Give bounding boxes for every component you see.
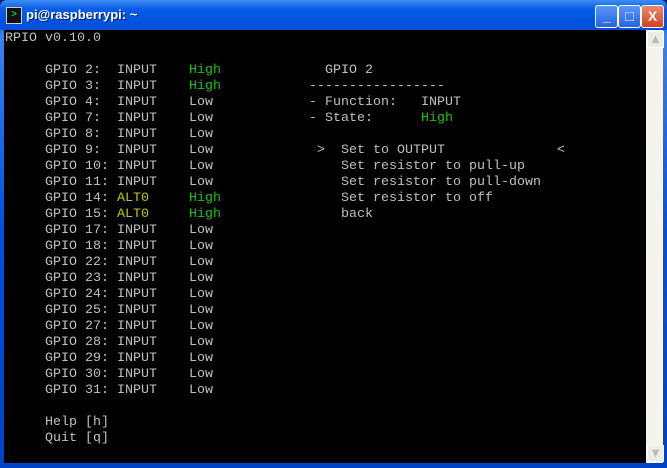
gpio-function[interactable]: INPUT (117, 319, 157, 335)
menu-item[interactable]: Set resistor to pull-down (341, 175, 541, 191)
gpio-state[interactable]: Low (189, 319, 213, 335)
gpio-function[interactable]: INPUT (117, 303, 157, 319)
detail-function-label: - Function: (309, 95, 397, 110)
gpio-function[interactable]: INPUT (117, 239, 157, 255)
gpio-state[interactable]: Low (189, 159, 213, 175)
gpio-name[interactable]: GPIO 28: (45, 335, 109, 351)
gpio-name[interactable]: GPIO 7: (45, 111, 101, 127)
title-bar[interactable]: > pi@raspberrypi: ~ _ □ X (0, 0, 667, 30)
menu-selection-marker: > (317, 143, 325, 158)
detail-title: GPIO 2 (325, 63, 373, 78)
gpio-function[interactable]: INPUT (117, 127, 157, 143)
detail-state-label: - State: (309, 111, 373, 126)
gpio-name[interactable]: GPIO 9: (45, 143, 101, 159)
gpio-state[interactable]: Low (189, 367, 213, 383)
gpio-state[interactable]: Low (189, 175, 213, 191)
gpio-function[interactable]: INPUT (117, 63, 157, 79)
menu-item[interactable]: Set resistor to off (341, 191, 493, 207)
gpio-name[interactable]: GPIO 10: (45, 159, 109, 175)
gpio-name[interactable]: GPIO 11: (45, 175, 109, 191)
gpio-state[interactable]: Low (189, 287, 213, 303)
gpio-name[interactable]: GPIO 18: (45, 239, 109, 255)
gpio-name[interactable]: GPIO 2: (45, 63, 101, 79)
gpio-state[interactable]: Low (189, 111, 213, 127)
gpio-function[interactable]: INPUT (117, 383, 157, 399)
gpio-function[interactable]: ALT0 (117, 207, 149, 223)
menu-item[interactable]: back (341, 207, 373, 223)
gpio-function[interactable]: INPUT (117, 143, 157, 159)
menu-item[interactable]: Set resistor to pull-up (341, 159, 525, 175)
gpio-function[interactable]: INPUT (117, 175, 157, 191)
help-shortcut[interactable]: Help [h] (45, 415, 109, 431)
gpio-function[interactable]: ALT0 (117, 191, 149, 207)
gpio-function[interactable]: INPUT (117, 95, 157, 111)
gpio-function[interactable]: INPUT (117, 367, 157, 383)
gpio-state[interactable]: High (189, 63, 221, 79)
gpio-function[interactable]: INPUT (117, 111, 157, 127)
gpio-name[interactable]: GPIO 27: (45, 319, 109, 335)
gpio-state[interactable]: Low (189, 351, 213, 367)
minimize-button[interactable]: _ (595, 5, 618, 28)
gpio-state[interactable]: Low (189, 335, 213, 351)
gpio-state[interactable]: High (189, 207, 221, 223)
gpio-state[interactable]: High (189, 191, 221, 207)
gpio-name[interactable]: GPIO 23: (45, 271, 109, 287)
gpio-name[interactable]: GPIO 3: (45, 79, 101, 95)
gpio-function[interactable]: INPUT (117, 335, 157, 351)
scroll-up-arrow-icon[interactable]: ▲ (647, 31, 664, 48)
detail-function-value: INPUT (421, 95, 461, 110)
app-version: RPIO v0.10.0 (5, 31, 101, 46)
gpio-name[interactable]: GPIO 30: (45, 367, 109, 383)
window-title: pi@raspberrypi: ~ (26, 7, 138, 22)
gpio-name[interactable]: GPIO 22: (45, 255, 109, 271)
gpio-name[interactable]: GPIO 15: (45, 207, 109, 223)
gpio-function[interactable]: INPUT (117, 159, 157, 175)
gpio-state[interactable]: Low (189, 143, 213, 159)
scroll-down-arrow-icon[interactable]: ▼ (647, 445, 664, 462)
gpio-state[interactable]: Low (189, 271, 213, 287)
gpio-name[interactable]: GPIO 24: (45, 287, 109, 303)
gpio-name[interactable]: GPIO 25: (45, 303, 109, 319)
detail-state-value: High (421, 111, 453, 126)
gpio-state[interactable]: Low (189, 127, 213, 143)
vertical-scrollbar[interactable]: ▲ ▼ (646, 30, 664, 463)
gpio-name[interactable]: GPIO 17: (45, 223, 109, 239)
gpio-state[interactable]: Low (189, 223, 213, 239)
gpio-state[interactable]: Low (189, 95, 213, 111)
gpio-name[interactable]: GPIO 14: (45, 191, 109, 207)
gpio-state[interactable]: Low (189, 383, 213, 399)
detail-divider: ----------------- (309, 79, 445, 94)
gpio-state[interactable]: Low (189, 255, 213, 271)
gpio-function[interactable]: INPUT (117, 271, 157, 287)
gpio-function[interactable]: INPUT (117, 223, 157, 239)
gpio-state[interactable]: Low (189, 303, 213, 319)
gpio-function[interactable]: INPUT (117, 255, 157, 271)
gpio-name[interactable]: GPIO 31: (45, 383, 109, 399)
maximize-button[interactable]: □ (618, 5, 641, 28)
gpio-function[interactable]: INPUT (117, 351, 157, 367)
gpio-function[interactable]: INPUT (117, 287, 157, 303)
close-button[interactable]: X (641, 5, 664, 28)
menu-item[interactable]: Set to OUTPUT (341, 143, 445, 159)
gpio-state[interactable]: Low (189, 239, 213, 255)
gpio-name[interactable]: GPIO 8: (45, 127, 101, 143)
terminal-app-icon: > (6, 7, 22, 24)
quit-shortcut[interactable]: Quit [q] (45, 431, 109, 447)
gpio-function[interactable]: INPUT (117, 79, 157, 95)
menu-selection-end-marker: < (557, 143, 565, 158)
terminal-screen[interactable]: RPIO v0.10.0 GPIO 2 ----------------- - … (4, 30, 646, 463)
terminal-window: > pi@raspberrypi: ~ _ □ X RPIO v0.10.0 G… (0, 0, 667, 468)
gpio-name[interactable]: GPIO 29: (45, 351, 109, 367)
gpio-state[interactable]: High (189, 79, 221, 95)
gpio-name[interactable]: GPIO 4: (45, 95, 101, 111)
